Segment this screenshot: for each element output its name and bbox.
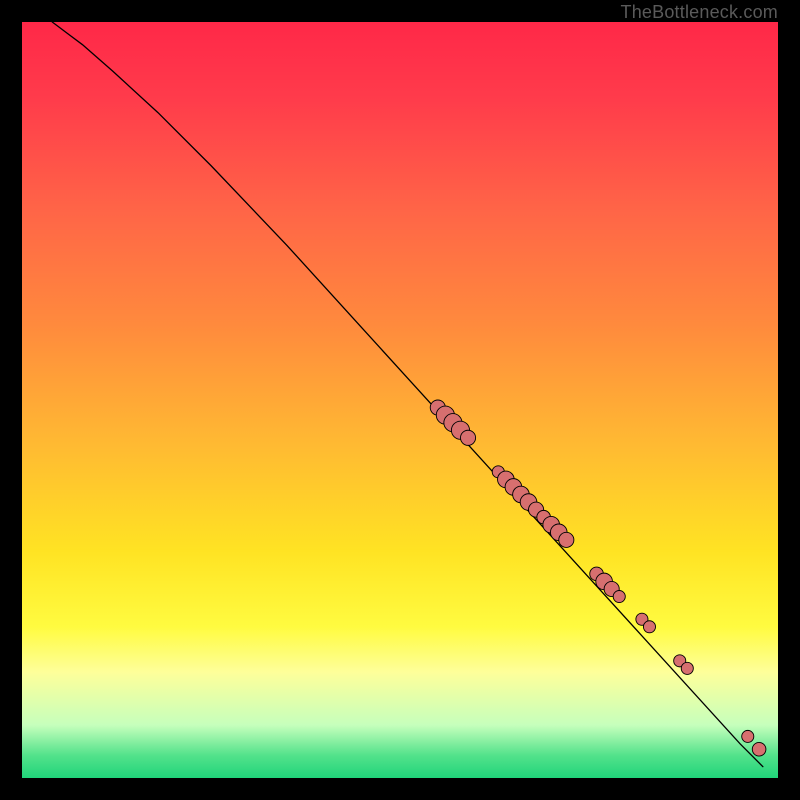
data-point (681, 662, 693, 674)
data-point (613, 591, 625, 603)
chart-frame: TheBottleneck.com (0, 0, 800, 800)
data-markers (430, 400, 766, 756)
plot-area (22, 22, 778, 778)
data-point (559, 532, 574, 547)
attribution-text: TheBottleneck.com (621, 2, 778, 23)
data-point (643, 621, 655, 633)
data-point (742, 730, 754, 742)
data-point (752, 742, 766, 756)
trend-curve (52, 22, 763, 767)
data-point (460, 430, 475, 445)
chart-svg (22, 22, 778, 778)
